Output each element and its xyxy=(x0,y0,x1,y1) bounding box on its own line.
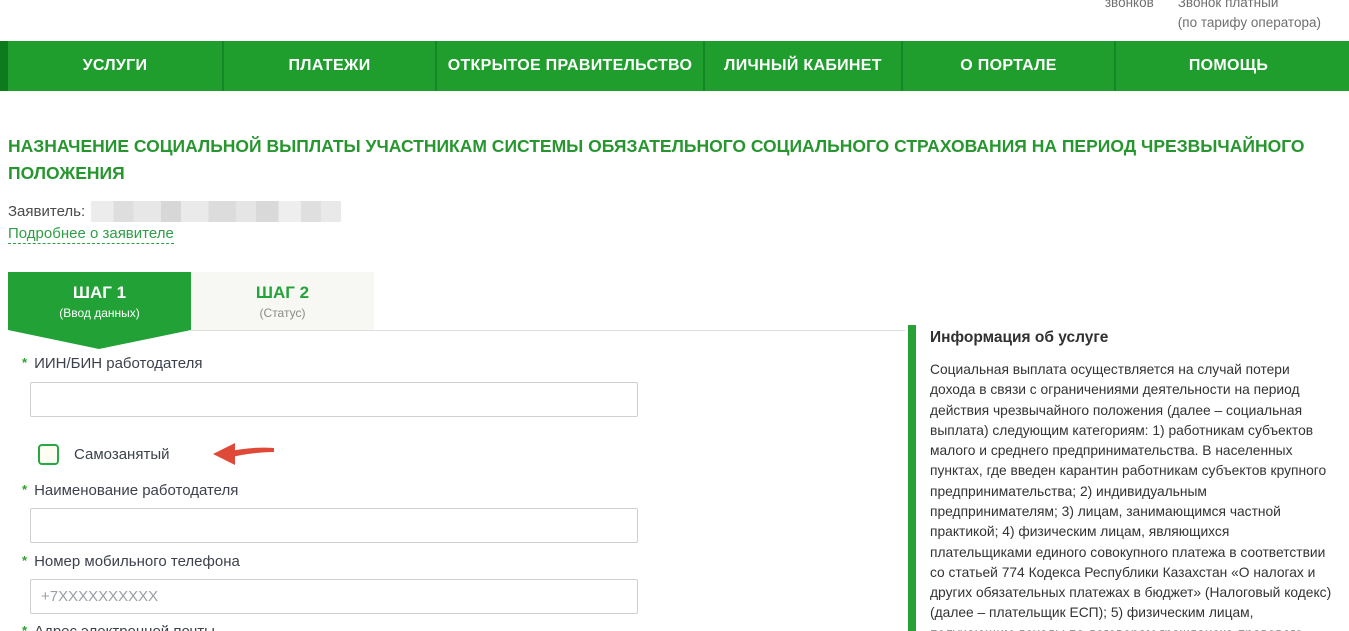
phone-note-right: Звонок платный (по тарифу оператора) xyxy=(1178,0,1321,34)
employer-name-input[interactable] xyxy=(30,508,638,543)
tab-step1[interactable]: ШАГ 1 (Ввод данных) xyxy=(8,272,191,330)
application-form: * ИИН/БИН работодателя Самозанятый * Наиме… xyxy=(8,348,648,631)
nav-item-help[interactable]: ПОМОЩЬ xyxy=(1114,41,1341,91)
self-employed-label: Самозанятый xyxy=(74,446,170,463)
tab-step1-title: ШАГ 1 xyxy=(73,283,126,303)
nav-left-edge xyxy=(0,41,8,91)
nav-item-personal-cabinet[interactable]: ЛИЧНЫЙ КАБИНЕТ xyxy=(703,41,901,91)
required-mark: * xyxy=(22,553,27,568)
phone-input[interactable] xyxy=(30,579,638,614)
nav-item-about-portal[interactable]: О ПОРТАЛЕ xyxy=(901,41,1114,91)
service-info-body: Социальная выплата осуществляется на слу… xyxy=(930,360,1332,631)
phone-note-left: звонков xyxy=(1105,0,1154,34)
phone-note-line2: (по тарифу оператора) xyxy=(1178,15,1321,30)
header-phone-note: звонков Звонок платный (по тарифу операт… xyxy=(1105,0,1321,34)
self-employed-row: Самозанятый xyxy=(38,441,648,467)
employer-name-label: * Наименование работодателя xyxy=(22,482,648,499)
required-mark: * xyxy=(22,355,27,370)
page-title: НАЗНАЧЕНИЕ СОЦИАЛЬНОЙ ВЫПЛАТЫ УЧАСТНИКАМ… xyxy=(8,133,1340,187)
applicant-label: Заявитель: xyxy=(8,203,85,220)
applicant-details-link[interactable]: Подробнее о заявителе xyxy=(8,225,174,244)
tab-step2-subtitle: (Статус) xyxy=(260,306,306,320)
tab-step2-title: ШАГ 2 xyxy=(256,283,309,303)
applicant-name-redacted xyxy=(91,201,341,222)
active-tab-pointer-icon xyxy=(8,330,191,349)
service-info-title: Информация об услуге xyxy=(930,329,1332,347)
phone-label-text: Номер мобильного телефона xyxy=(34,553,240,570)
iin-label: * ИИН/БИН работодателя xyxy=(22,348,648,372)
tab-step2[interactable]: ШАГ 2 (Статус) xyxy=(191,272,374,330)
required-mark: * xyxy=(22,482,27,497)
step-tabs: ШАГ 1 (Ввод данных) ШАГ 2 (Статус) xyxy=(8,272,905,330)
iin-input[interactable] xyxy=(30,382,638,417)
egov-service-page: звонков Звонок платный (по тарифу операт… xyxy=(0,0,1349,631)
nav-item-open-government[interactable]: ОТКРЫТОЕ ПРАВИТЕЛЬСТВО xyxy=(435,41,703,91)
main-nav: УСЛУГИ ПЛАТЕЖИ ОТКРЫТОЕ ПРАВИТЕЛЬСТВО ЛИ… xyxy=(0,41,1349,91)
nav-item-services[interactable]: УСЛУГИ xyxy=(8,41,222,91)
required-mark: * xyxy=(22,623,27,631)
tab-step1-subtitle: (Ввод данных) xyxy=(59,306,140,320)
email-label: * Адрес электронной почты xyxy=(22,623,648,631)
employer-name-label-text: Наименование работодателя xyxy=(34,482,238,499)
service-info-panel: Информация об услуге Социальная выплата … xyxy=(908,325,1332,631)
phone-label: * Номер мобильного телефона xyxy=(22,553,648,570)
applicant-row: Заявитель: xyxy=(8,201,341,222)
nav-item-payments[interactable]: ПЛАТЕЖИ xyxy=(222,41,435,91)
email-label-text: Адрес электронной почты xyxy=(34,623,215,631)
self-employed-checkbox[interactable] xyxy=(38,444,59,465)
iin-label-text: ИИН/БИН работодателя xyxy=(34,355,202,372)
red-pointer-arrow-icon xyxy=(212,440,276,468)
phone-note-line1: Звонок платный xyxy=(1178,0,1279,10)
